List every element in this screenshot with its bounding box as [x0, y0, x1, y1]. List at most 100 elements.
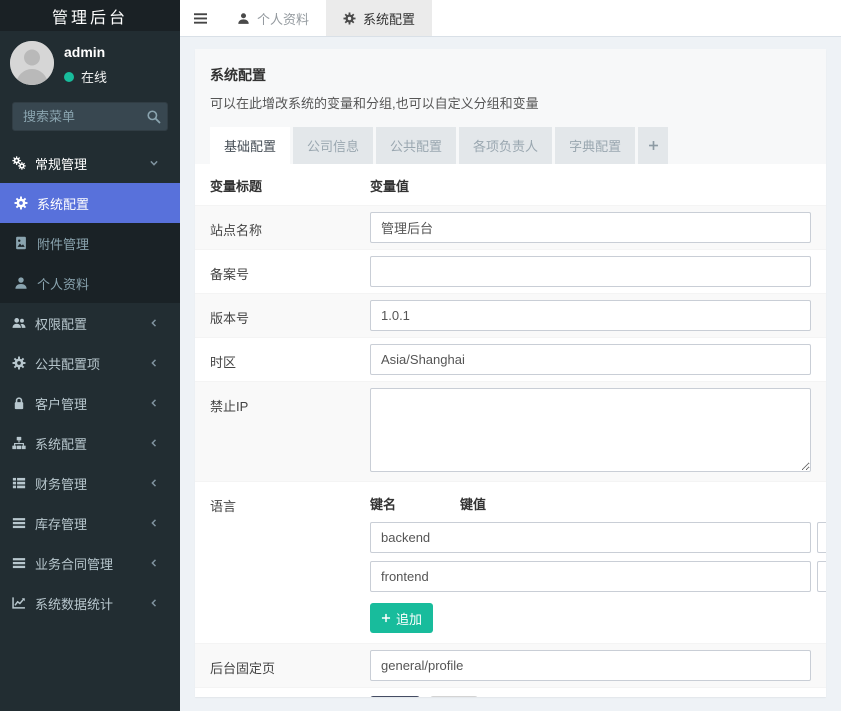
list-icon [12, 556, 26, 570]
online-status-dot [64, 72, 74, 82]
sidebar-item-label: 系统数据统计 [35, 594, 113, 613]
forbidden-ip-textarea[interactable] [370, 388, 811, 472]
kv-key-header: 键名 [370, 494, 460, 513]
field-label: 语言 [210, 488, 370, 515]
page-title: 系统配置 [210, 65, 811, 85]
panel-heading: 系统配置 可以在此增改系统的变量和分组,也可以自定义分组和变量 基础配置 公司信… [195, 49, 826, 164]
sidebar-item-attachment-management[interactable]: 附件管理 [0, 223, 180, 263]
sidebar-item-data-statistics[interactable]: 系统数据统计 [0, 583, 180, 623]
sidebar-menu: 常规管理 系统配置 附件管理 个人资料 [0, 143, 180, 711]
reset-button[interactable]: 重置 [430, 696, 478, 697]
sidebar-item-customer-management[interactable]: 客户管理 [0, 383, 180, 423]
file-image-icon [14, 236, 28, 250]
tab-dictionary-config[interactable]: 字典配置 [555, 127, 635, 164]
app-logo: 管理后台 [0, 0, 180, 31]
user-icon [14, 276, 28, 290]
language-value-input[interactable] [817, 522, 826, 553]
language-key-input[interactable] [370, 561, 811, 592]
sidebar-item-system-config[interactable]: 系统配置 [0, 183, 180, 223]
sidebar-item-label: 个人资料 [37, 274, 89, 293]
topbar: 个人资料 系统配置 [180, 0, 841, 37]
tab-basic-config[interactable]: 基础配置 [210, 127, 290, 164]
field-label: 后台固定页 [210, 650, 370, 677]
tab-company-info[interactable]: 公司信息 [293, 127, 373, 164]
site-name-input[interactable] [370, 212, 811, 243]
sidebar-item-label: 财务管理 [35, 474, 87, 493]
chevron-left-icon [149, 318, 159, 328]
sidebar-item-contract-management[interactable]: 业务合同管理 [0, 543, 180, 583]
th-list-icon [12, 476, 26, 490]
beian-number-input[interactable] [370, 256, 811, 287]
language-key-input[interactable] [370, 522, 811, 553]
content-area: 系统配置 可以在此增改系统的变量和分组,也可以自定义分组和变量 基础配置 公司信… [180, 37, 841, 711]
config-tabs: 基础配置 公司信息 公共配置 各项负责人 字典配置 [210, 127, 811, 164]
sidebar-item-label: 公共配置项 [35, 354, 100, 373]
sidebar-item-general-management[interactable]: 常规管理 [0, 143, 180, 183]
field-label: 版本号 [210, 300, 370, 327]
sidebar-item-system-config-group[interactable]: 系统配置 [0, 423, 180, 463]
add-group-tab[interactable] [638, 127, 668, 164]
form-actions-row: 确定 重置 [195, 687, 826, 697]
topbar-tab-profile[interactable]: 个人资料 [220, 0, 326, 36]
user-icon [237, 12, 250, 25]
sidebar-item-label: 业务合同管理 [35, 554, 113, 573]
field-label: 时区 [210, 344, 370, 371]
user-panel: admin 在线 [0, 31, 180, 94]
column-header-value: 变量值 [370, 176, 409, 195]
spacer [210, 696, 370, 697]
form-row-beian: 备案号 [195, 249, 826, 293]
sidebar-item-public-config[interactable]: 公共配置项 [0, 343, 180, 383]
sidebar-item-label: 系统配置 [37, 194, 89, 213]
sidebar-item-permission-config[interactable]: 权限配置 [0, 303, 180, 343]
form-row-timezone: 时区 [195, 337, 826, 381]
fixed-page-input[interactable] [370, 650, 811, 681]
kv-value-header: 键值 [460, 494, 486, 513]
sidebar-item-finance-management[interactable]: 财务管理 [0, 463, 180, 503]
sidebar-item-profile[interactable]: 个人资料 [0, 263, 180, 303]
main-area: 个人资料 系统配置 系统配置 可以在此增改系统的变量和分组,也可以自定义分组和变… [180, 0, 841, 711]
kv-header-row: 键名 键值 [370, 488, 811, 522]
field-label: 备案号 [210, 256, 370, 283]
append-button-label: 追加 [396, 609, 422, 628]
list-icon [12, 516, 26, 530]
gear-icon [12, 356, 26, 370]
sidebar-item-label: 系统配置 [35, 434, 87, 453]
app-window: 管理后台 admin 在线 [0, 0, 841, 711]
cogs-icon [12, 156, 26, 170]
gear-icon [343, 12, 356, 25]
topbar-tab-system-config[interactable]: 系统配置 [326, 0, 432, 36]
tab-responsible-persons[interactable]: 各项负责人 [459, 127, 552, 164]
chevron-left-icon [149, 478, 159, 488]
chevron-left-icon [149, 398, 159, 408]
append-row-button[interactable]: 追加 [370, 603, 433, 633]
search-input[interactable] [12, 102, 168, 131]
form-row-site-name: 站点名称 [195, 205, 826, 249]
form-row-language: 语言 键名 键值 [195, 481, 826, 643]
sidebar-search [12, 102, 168, 131]
form-row-forbidden-ip: 禁止IP [195, 381, 826, 481]
chevron-left-icon [149, 358, 159, 368]
column-header-title: 变量标题 [210, 176, 370, 195]
sidebar-item-inventory-management[interactable]: 库存管理 [0, 503, 180, 543]
sidebar-toggle-button[interactable] [180, 0, 220, 36]
version-input[interactable] [370, 300, 811, 331]
form-header-row: 变量标题 变量值 [195, 164, 826, 205]
users-icon [12, 316, 26, 330]
user-status: 在线 [64, 67, 107, 86]
user-status-label: 在线 [81, 67, 107, 86]
plus-icon [381, 613, 391, 623]
chevron-left-icon [149, 598, 159, 608]
tab-public-config[interactable]: 公共配置 [376, 127, 456, 164]
plus-icon [648, 140, 659, 151]
kv-row-frontend [370, 561, 811, 592]
panel-body: 变量标题 变量值 站点名称 备案号 版本号 [195, 164, 826, 697]
timezone-input[interactable] [370, 344, 811, 375]
form-row-version: 版本号 [195, 293, 826, 337]
search-icon[interactable] [146, 109, 161, 124]
chevron-left-icon [149, 438, 159, 448]
submit-button[interactable]: 确定 [370, 696, 420, 697]
language-value-input[interactable] [817, 561, 826, 592]
sidebar-item-label: 库存管理 [35, 514, 87, 533]
page-subtitle: 可以在此增改系统的变量和分组,也可以自定义分组和变量 [210, 93, 811, 112]
form-row-fixed-page: 后台固定页 [195, 643, 826, 687]
